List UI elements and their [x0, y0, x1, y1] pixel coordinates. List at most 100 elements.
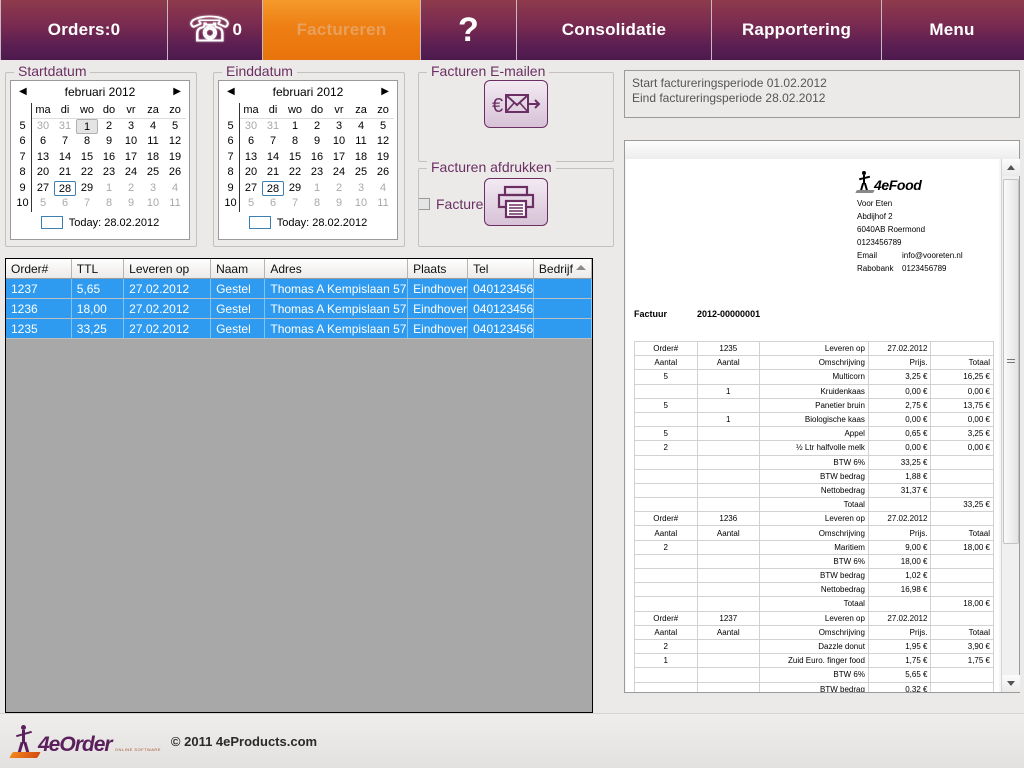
calendar-day[interactable]: 4	[350, 119, 372, 135]
calendar-day[interactable]: 1	[306, 181, 328, 197]
nav-tab-rapportering[interactable]: Rapportering	[712, 0, 882, 60]
calendar-day[interactable]: 19	[372, 150, 394, 166]
calendar-day[interactable]: 6	[54, 196, 76, 212]
nav-tab-orders[interactable]: Orders:0	[0, 0, 168, 60]
chevron-right-icon[interactable]: ▶	[381, 86, 389, 97]
calendar-day[interactable]: 2	[328, 181, 350, 197]
calendar-day[interactable]: 8	[98, 196, 120, 212]
calendar-day[interactable]: 20	[240, 165, 262, 181]
calendar-day[interactable]: 18	[142, 150, 164, 166]
calendar-day[interactable]: 6	[240, 134, 262, 150]
calendar-day[interactable]: 2	[306, 119, 328, 135]
calendar-day[interactable]: 27	[32, 181, 54, 197]
calendar-day[interactable]: 1	[76, 118, 98, 134]
calendar-day[interactable]: 17	[120, 150, 142, 166]
calendar-day[interactable]: 7	[54, 134, 76, 150]
calendar-day[interactable]: 14	[54, 150, 76, 166]
calendar-day[interactable]: 12	[164, 134, 186, 150]
calendar-day[interactable]: 7	[76, 196, 98, 212]
calendar-day[interactable]: 2	[98, 119, 120, 135]
calendar-day[interactable]: 10	[350, 196, 372, 212]
calendar-day[interactable]: 11	[164, 196, 186, 212]
scroll-up-arrow-icon[interactable]	[1002, 159, 1020, 176]
calendar-day[interactable]: 31	[262, 119, 284, 135]
calendar-day[interactable]: 17	[328, 150, 350, 166]
calendar-day[interactable]: 8	[284, 134, 306, 150]
calendar-day[interactable]: 22	[284, 165, 306, 181]
calendar-day[interactable]: 29	[76, 181, 98, 197]
calendar-day[interactable]: 21	[262, 165, 284, 181]
calendar-day[interactable]: 26	[372, 165, 394, 181]
calendar-day[interactable]: 16	[306, 150, 328, 166]
calendar-day[interactable]: 2	[120, 181, 142, 197]
calendar-day[interactable]: 15	[284, 150, 306, 166]
table-row[interactable]: 1235 33,25 27.02.2012 Gestel Thomas A Kempis…	[6, 319, 592, 339]
calendar-day[interactable]: 21	[54, 165, 76, 181]
calendar-day[interactable]: 30	[32, 119, 54, 135]
calendar-day[interactable]: 4	[372, 181, 394, 197]
calendar-day[interactable]: 9	[328, 196, 350, 212]
calendar-day[interactable]: 3	[142, 181, 164, 197]
calendar-day[interactable]: 26	[164, 165, 186, 181]
calendar-day[interactable]: 16	[98, 150, 120, 166]
nav-tab-help[interactable]: ?	[421, 0, 517, 60]
calendar-day[interactable]: 3	[120, 119, 142, 135]
calendar-day[interactable]: 10	[120, 134, 142, 150]
calendar-day[interactable]: 28	[54, 180, 76, 196]
calendar-day[interactable]: 24	[120, 165, 142, 181]
calendar-day[interactable]: 1	[284, 119, 306, 135]
calendar-day[interactable]: 6	[32, 134, 54, 150]
calendar-day[interactable]: 18	[350, 150, 372, 166]
calendar-day[interactable]: 19	[164, 150, 186, 166]
calendar-day[interactable]: 31	[54, 119, 76, 135]
calendar-day[interactable]: 15	[76, 150, 98, 166]
calendar-day[interactable]: 1	[98, 181, 120, 197]
orders-column-header[interactable]: Plaats	[408, 259, 469, 278]
nav-tab-factureren[interactable]: Factureren	[263, 0, 421, 60]
calendar-day[interactable]: 7	[262, 134, 284, 150]
nav-tab-menu[interactable]: Menu	[882, 0, 1022, 60]
calendar-grid[interactable]: ma di wo do vr za zo 5 30 31 1 2 3 4 5 6 6 7 8 9 10 11 12 7 13 14…	[219, 103, 397, 212]
einddatum-calendar[interactable]: ◀ februari 2012 ▶ ma di wo do vr za zo 5 30 31 1 2 3…	[218, 80, 398, 240]
table-row[interactable]: 1237 5,65 27.02.2012 Gestel Thomas A Kempisl…	[6, 279, 592, 299]
calendar-day[interactable]: 4	[164, 181, 186, 197]
calendar-day[interactable]: 5	[32, 196, 54, 212]
calendar-day[interactable]: 5	[372, 119, 394, 135]
calendar-day[interactable]: 12	[372, 134, 394, 150]
preview-scrollbar[interactable]	[1001, 159, 1020, 692]
calendar-day[interactable]: 10	[328, 134, 350, 150]
calendar-day[interactable]: 9	[120, 196, 142, 212]
nav-tab-phone[interactable]: ☏ 0	[168, 0, 263, 60]
calendar-day[interactable]: 5	[164, 119, 186, 135]
scrollbar-thumb[interactable]	[1003, 179, 1019, 544]
chevron-left-icon[interactable]: ◀	[227, 86, 235, 97]
calendar-day[interactable]: 13	[32, 150, 54, 166]
orders-table[interactable]: Order# TTL Leveren op Naam Adres Plaats Tel Bed…	[5, 258, 593, 713]
calendar-day[interactable]: 14	[262, 150, 284, 166]
chevron-left-icon[interactable]: ◀	[19, 86, 27, 97]
calendar-day[interactable]: 9	[98, 134, 120, 150]
calendar-day[interactable]: 25	[350, 165, 372, 181]
calendar-day[interactable]: 29	[284, 181, 306, 197]
orders-column-header[interactable]: Adres	[265, 259, 409, 278]
calendar-day[interactable]: 7	[284, 196, 306, 212]
orders-column-header[interactable]: Bedrijf	[534, 259, 592, 278]
scroll-down-arrow-icon[interactable]	[1002, 675, 1020, 692]
chevron-right-icon[interactable]: ▶	[173, 86, 181, 97]
calendar-day[interactable]: 13	[240, 150, 262, 166]
calendar-day[interactable]: 9	[306, 134, 328, 150]
startdatum-calendar[interactable]: ◀ februari 2012 ▶ ma di wo do vr za zo 5 30 31 1 2 3…	[10, 80, 190, 240]
calendar-day[interactable]: 28	[262, 180, 284, 196]
calendar-grid[interactable]: ma di wo do vr za zo 5 30 31 1 2 3 4 5 6 6 7 8 9 10 11 12 7 13 14…	[11, 103, 189, 212]
calendar-day[interactable]: 6	[262, 196, 284, 212]
calendar-day[interactable]: 3	[350, 181, 372, 197]
orders-column-header[interactable]: Leveren op	[124, 259, 212, 278]
calendar-day[interactable]: 5	[240, 196, 262, 212]
calendar-day[interactable]: 11	[350, 134, 372, 150]
print-invoices-button[interactable]	[484, 178, 548, 226]
calendar-day[interactable]: 22	[76, 165, 98, 181]
calendar-day[interactable]: 30	[240, 119, 262, 135]
orders-column-header[interactable]: Order#	[6, 259, 72, 278]
calendar-day[interactable]: 4	[142, 119, 164, 135]
calendar-day[interactable]: 8	[306, 196, 328, 212]
